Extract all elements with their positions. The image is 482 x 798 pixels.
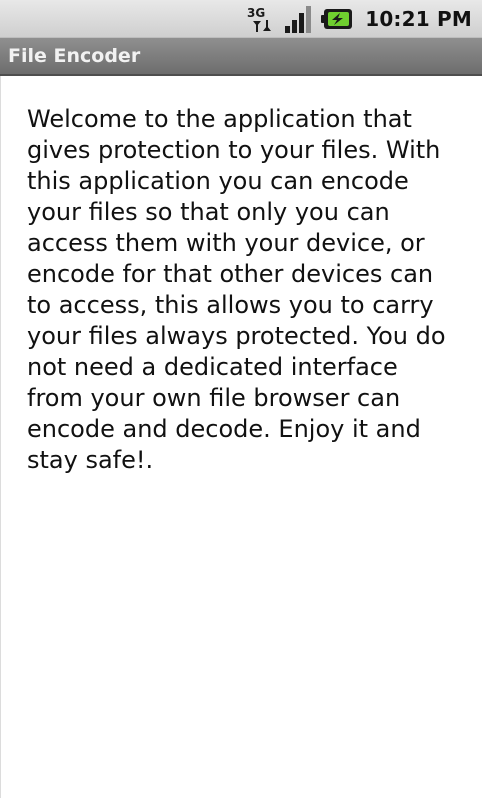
status-icons: 3G 10:21 PM — [245, 0, 472, 38]
status-clock: 10:21 PM — [365, 7, 472, 31]
3g-data-icon: 3G — [245, 4, 275, 34]
main-content: Welcome to the application that gives pr… — [0, 76, 482, 798]
app-title-bar: File Encoder — [0, 38, 482, 76]
welcome-text: Welcome to the application that gives pr… — [27, 105, 446, 474]
status-bar: 3G 10:21 PM — [0, 0, 482, 38]
battery-charging-icon — [321, 7, 353, 31]
app-title: File Encoder — [8, 45, 141, 67]
3g-label: 3G — [247, 6, 265, 20]
signal-strength-icon — [283, 4, 313, 34]
